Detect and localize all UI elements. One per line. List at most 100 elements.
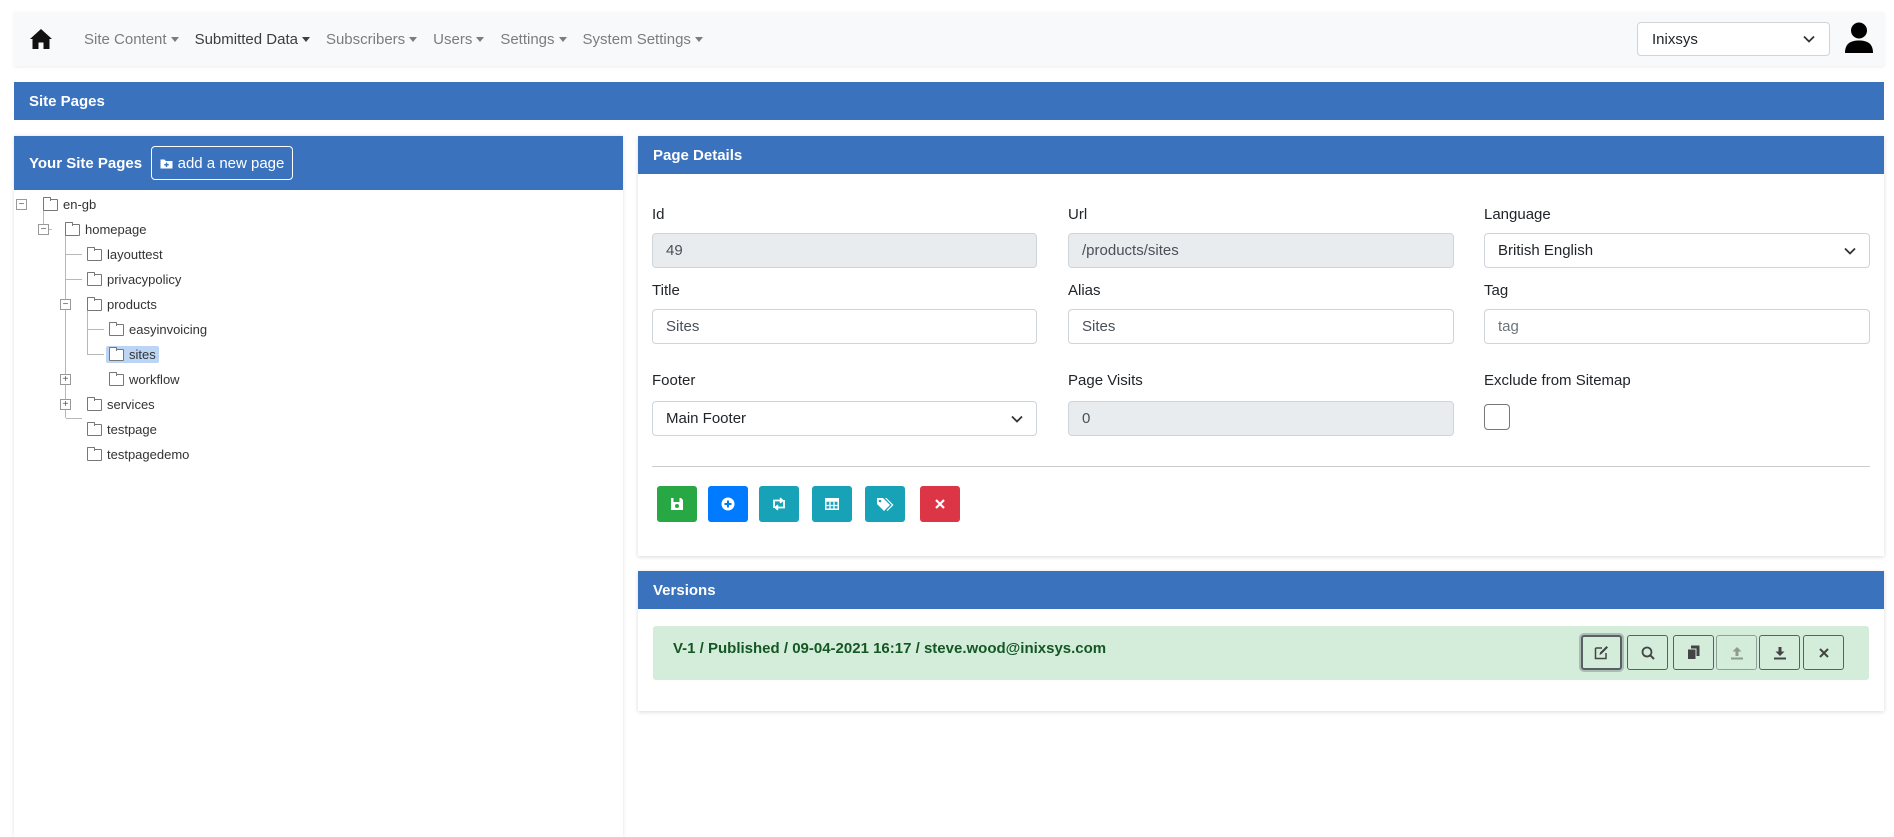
url-label: Url xyxy=(1068,206,1088,223)
tree-panel-header: Your Site Pages add a new page xyxy=(14,136,623,190)
versions-panel: Versions V-1 / Published / 09-04-2021 16… xyxy=(638,571,1884,711)
plus-circle-icon xyxy=(721,497,735,511)
tree-node-label: easyinvoicing xyxy=(129,322,208,337)
nav-label: Settings xyxy=(500,30,555,48)
folder-icon xyxy=(87,271,102,286)
nav-label: Users xyxy=(433,30,473,48)
chevron-down-icon xyxy=(1803,35,1815,43)
tree-node[interactable]: layouttest xyxy=(84,246,166,263)
tree-connector xyxy=(65,229,66,418)
language-value: British English xyxy=(1498,242,1594,259)
id-field: 49 xyxy=(652,233,1037,268)
tree-item-en-gb: en-gb xyxy=(40,192,99,217)
tree-item-workflow: workflow xyxy=(106,367,183,392)
page-visits-value: 0 xyxy=(1082,410,1091,427)
title-label: Title xyxy=(652,282,680,299)
swap-button[interactable] xyxy=(759,486,799,522)
user-icon[interactable] xyxy=(1844,22,1876,56)
footer-select[interactable]: Main Footer xyxy=(652,401,1037,436)
tree-connector xyxy=(88,354,104,355)
tree-item-privacypolicy: privacypolicy xyxy=(84,267,184,292)
home-icon[interactable] xyxy=(28,26,54,52)
folder-icon xyxy=(65,221,80,236)
tag-input[interactable]: tag xyxy=(1484,309,1870,344)
exclude-sitemap-label: Exclude from Sitemap xyxy=(1484,372,1631,389)
alias-value: Sites xyxy=(1082,318,1116,335)
version-preview-button[interactable] xyxy=(1627,635,1668,670)
tree-node[interactable]: easyinvoicing xyxy=(106,321,210,338)
tree-node[interactable]: workflow xyxy=(106,371,183,388)
alias-input[interactable]: Sites xyxy=(1068,309,1454,344)
nav-label: Site Content xyxy=(84,30,167,48)
search-icon xyxy=(1641,646,1655,660)
tree-item-testpage: testpage xyxy=(84,417,160,442)
page-details-panel: Page Details Id 49 Url /products/sites L… xyxy=(638,136,1884,556)
chevron-down-icon xyxy=(1011,415,1023,423)
tag-placeholder: tag xyxy=(1498,318,1519,335)
table-button[interactable] xyxy=(812,486,852,522)
tree-node[interactable]: testpagedemo xyxy=(84,446,192,463)
version-edit-button[interactable] xyxy=(1581,635,1622,670)
id-label: Id xyxy=(652,206,665,223)
version-download-button[interactable] xyxy=(1759,635,1800,670)
tree-panel-title: Your Site Pages xyxy=(29,154,143,172)
tree-node-label: testpage xyxy=(107,422,157,437)
delete-button[interactable] xyxy=(920,486,960,522)
version-delete-button[interactable] xyxy=(1803,635,1844,670)
url-field: /products/sites xyxy=(1068,233,1454,268)
page-details-title: Page Details xyxy=(653,146,743,164)
exclude-sitemap-checkbox[interactable] xyxy=(1484,404,1510,430)
add-button[interactable] xyxy=(708,486,748,522)
caret-down-icon xyxy=(558,37,567,42)
footer-label: Footer xyxy=(652,372,696,389)
nav-subscribers[interactable]: Subscribers xyxy=(318,31,425,48)
tree-node[interactable]: services xyxy=(84,396,158,413)
folder-icon xyxy=(87,446,102,461)
save-button[interactable] xyxy=(657,486,697,522)
caret-down-icon xyxy=(170,37,179,42)
title-value: Sites xyxy=(666,318,700,335)
language-select[interactable]: British English xyxy=(1484,233,1870,268)
nav-system-settings[interactable]: System Settings xyxy=(575,31,711,48)
nav-users[interactable]: Users xyxy=(425,31,492,48)
tree-item-layouttest: layouttest xyxy=(84,242,166,267)
tree-expand-toggle[interactable]: + xyxy=(60,374,71,385)
folder-icon xyxy=(109,346,124,361)
nav-settings[interactable]: Settings xyxy=(492,31,574,48)
tree-item-testpagedemo: testpagedemo xyxy=(84,442,192,467)
folder-icon xyxy=(109,371,124,386)
floppy-disk-icon xyxy=(671,498,683,510)
site-select-value: Inixsys xyxy=(1652,30,1698,48)
site-pages-header: Site Pages xyxy=(14,82,1884,120)
tree-node[interactable]: testpage xyxy=(84,421,160,438)
tree-connector xyxy=(66,254,82,255)
add-page-button[interactable]: add a new page xyxy=(151,146,293,180)
folder-plus-icon xyxy=(160,159,173,168)
site-select[interactable]: Inixsys xyxy=(1637,22,1830,56)
tree-collapse-toggle[interactable]: − xyxy=(38,224,49,235)
alias-label: Alias xyxy=(1068,282,1101,299)
nav-site-content[interactable]: Site Content xyxy=(76,31,187,48)
tree-node[interactable]: privacypolicy xyxy=(84,271,184,288)
tree-node-label: homepage xyxy=(85,222,147,237)
version-publish-button[interactable] xyxy=(1716,635,1757,670)
download-icon xyxy=(1773,646,1786,659)
version-copy-button[interactable] xyxy=(1673,635,1714,670)
tags-button[interactable] xyxy=(865,486,905,522)
tree-expand-toggle[interactable]: + xyxy=(60,399,71,410)
url-value: /products/sites xyxy=(1082,242,1179,259)
tree-collapse-toggle[interactable]: − xyxy=(16,199,27,210)
tree-node[interactable]: products xyxy=(84,296,160,313)
nav-submitted-data[interactable]: Submitted Data xyxy=(187,31,318,48)
tree-node-label: privacypolicy xyxy=(107,272,182,287)
tree-node[interactable]: en-gb xyxy=(40,196,99,213)
tree-node[interactable]: homepage xyxy=(62,221,149,238)
tree-item-sites: sites xyxy=(106,342,159,367)
tree-collapse-toggle[interactable]: − xyxy=(60,299,71,310)
title-input[interactable]: Sites xyxy=(652,309,1037,344)
version-text: V-1 / Published / 09-04-2021 16:17 / ste… xyxy=(673,639,1107,657)
tree-node-selected[interactable]: sites xyxy=(106,346,159,363)
tree-item-products: products xyxy=(84,292,160,317)
tree-item-easyinvoicing: easyinvoicing xyxy=(106,317,210,342)
page-visits-field: 0 xyxy=(1068,401,1454,436)
